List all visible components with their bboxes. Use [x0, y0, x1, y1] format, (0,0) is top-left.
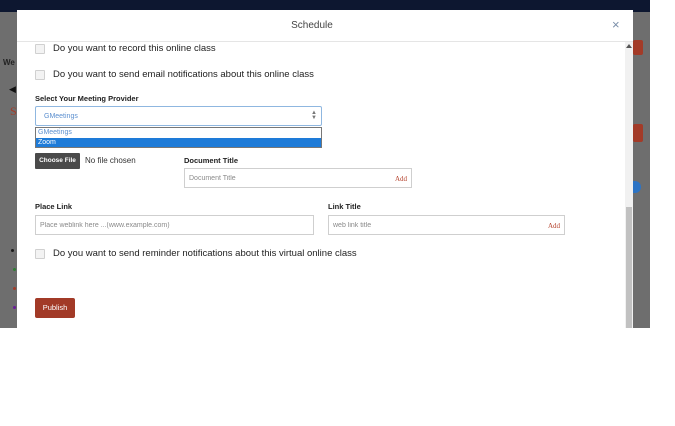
- scroll-up-arrow-icon[interactable]: [626, 44, 632, 48]
- record-checkbox[interactable]: [35, 43, 45, 54]
- link-title-input[interactable]: [329, 216, 564, 234]
- back-arrow-icon: ◀: [9, 84, 16, 94]
- schedule-modal: Schedule × Do you want to record this on…: [17, 10, 633, 328]
- background-partial-text: We: [3, 58, 15, 67]
- provider-option-gmeetings[interactable]: GMeetings: [36, 128, 321, 138]
- background-red-button-top: [633, 40, 643, 55]
- background-bullet: [13, 268, 16, 271]
- record-option-row: Do you want to record this online class: [35, 43, 216, 54]
- reminder-notification-checkbox[interactable]: [35, 248, 45, 259]
- publish-button[interactable]: Publish: [35, 298, 75, 318]
- document-title-label: Document Title: [184, 156, 239, 165]
- meeting-provider-dropdown: GMeetings Zoom: [35, 127, 322, 148]
- modal-scrollbar[interactable]: [625, 42, 633, 328]
- provider-option-zoom[interactable]: Zoom: [36, 137, 321, 147]
- place-link-label: Place Link: [35, 202, 73, 211]
- email-notification-checkbox[interactable]: [35, 69, 45, 80]
- link-title-field: Add: [328, 215, 565, 235]
- background-partial-heading: S: [10, 104, 17, 118]
- modal-title: Schedule: [291, 20, 333, 31]
- modal-header: Schedule ×: [17, 10, 633, 42]
- background-bullet: [13, 306, 16, 309]
- link-title-label: Link Title: [328, 202, 361, 211]
- background-bullet: [11, 249, 14, 252]
- background-blue-indicator: [633, 181, 641, 193]
- record-option-label: Do you want to record this online class: [53, 43, 216, 54]
- link-title-add-button[interactable]: Add: [548, 222, 560, 230]
- meeting-provider-select[interactable]: GMeetings ▲ ▼: [35, 106, 322, 126]
- page: We ◀ S Schedule × Do you want to record …: [0, 0, 675, 426]
- meeting-provider-label: Select Your Meeting Provider: [35, 94, 139, 103]
- scroll-thumb[interactable]: [626, 207, 632, 328]
- background-bullet: [13, 287, 16, 290]
- document-title-field: Add: [184, 168, 412, 188]
- place-link-input[interactable]: [36, 216, 313, 234]
- document-add-button[interactable]: Add: [395, 175, 407, 183]
- updown-arrows-icon: ▲ ▼: [311, 110, 317, 121]
- reminder-option-row: Do you want to send reminder notificatio…: [35, 248, 357, 259]
- meeting-provider-selected-value: GMeetings: [44, 113, 78, 120]
- file-status-text: No file chosen: [85, 156, 136, 165]
- email-option-label: Do you want to send email notifications …: [53, 69, 314, 80]
- document-title-input[interactable]: [185, 169, 411, 187]
- email-option-row: Do you want to send email notifications …: [35, 69, 314, 80]
- place-link-field: [35, 215, 314, 235]
- background-red-button-middle: [633, 124, 643, 142]
- close-icon[interactable]: ×: [612, 18, 620, 31]
- choose-file-button[interactable]: Choose File: [35, 153, 80, 169]
- reminder-option-label: Do you want to send reminder notificatio…: [53, 248, 357, 259]
